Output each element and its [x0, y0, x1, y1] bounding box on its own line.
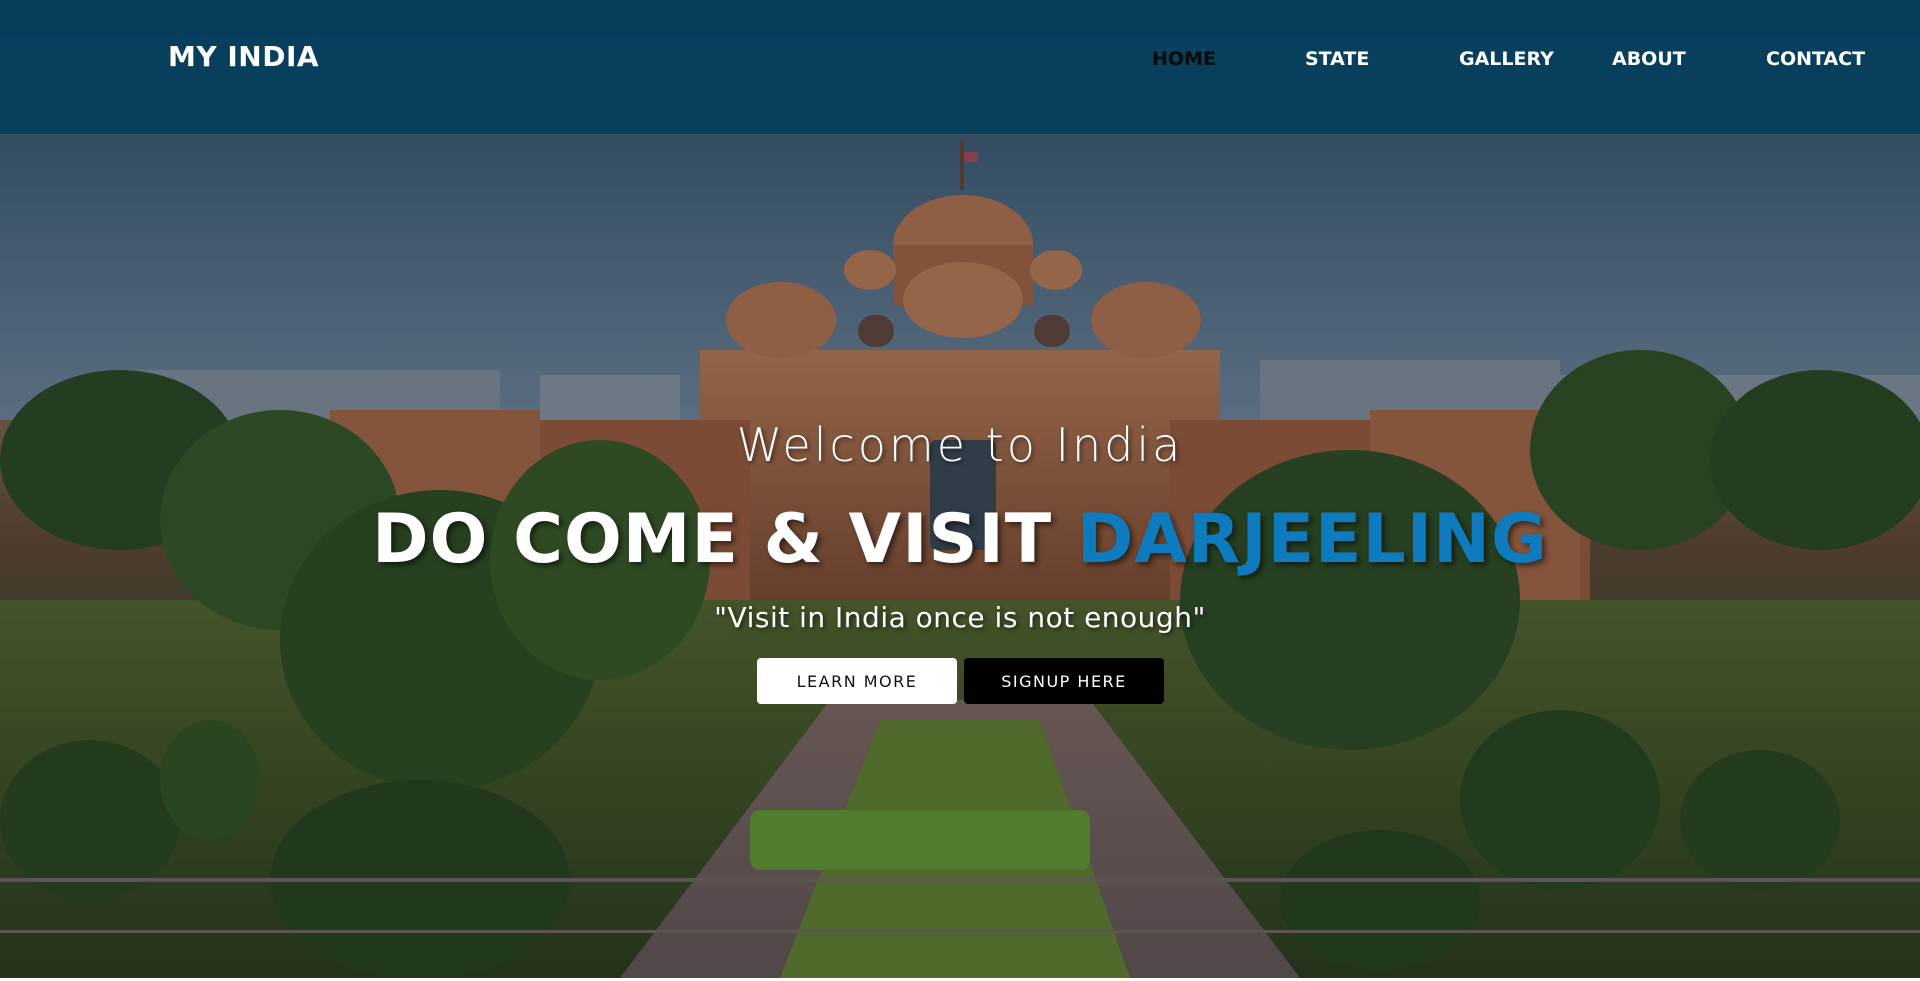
- welcome-text: Welcome to India: [736, 418, 1184, 472]
- navbar: MY INDIA HOME STATE GALLERY ABOUT CONTAC…: [0, 0, 1920, 134]
- nav-link-about[interactable]: ABOUT: [1612, 48, 1686, 70]
- main-nav: HOME STATE GALLERY ABOUT CONTACT: [0, 48, 1920, 72]
- learn-more-button[interactable]: LEARN MORE: [757, 658, 957, 704]
- hero-headline: DO COME & VISIT DARJEELING: [0, 500, 1920, 579]
- nav-link-home[interactable]: HOME: [1152, 48, 1216, 70]
- nav-link-contact[interactable]: CONTACT: [1766, 48, 1865, 70]
- headline-prefix: DO COME & VISIT: [372, 500, 1053, 579]
- headline-highlight: DARJEELING: [1076, 500, 1548, 579]
- nav-link-gallery[interactable]: GALLERY: [1459, 48, 1554, 70]
- hero-overlay: [0, 0, 1920, 978]
- hero-background: [0, 0, 1920, 978]
- nav-link-state[interactable]: STATE: [1305, 48, 1369, 70]
- hero-quote: "Visit in India once is not enough": [714, 601, 1206, 634]
- signup-button[interactable]: SIGNUP HERE: [964, 658, 1164, 704]
